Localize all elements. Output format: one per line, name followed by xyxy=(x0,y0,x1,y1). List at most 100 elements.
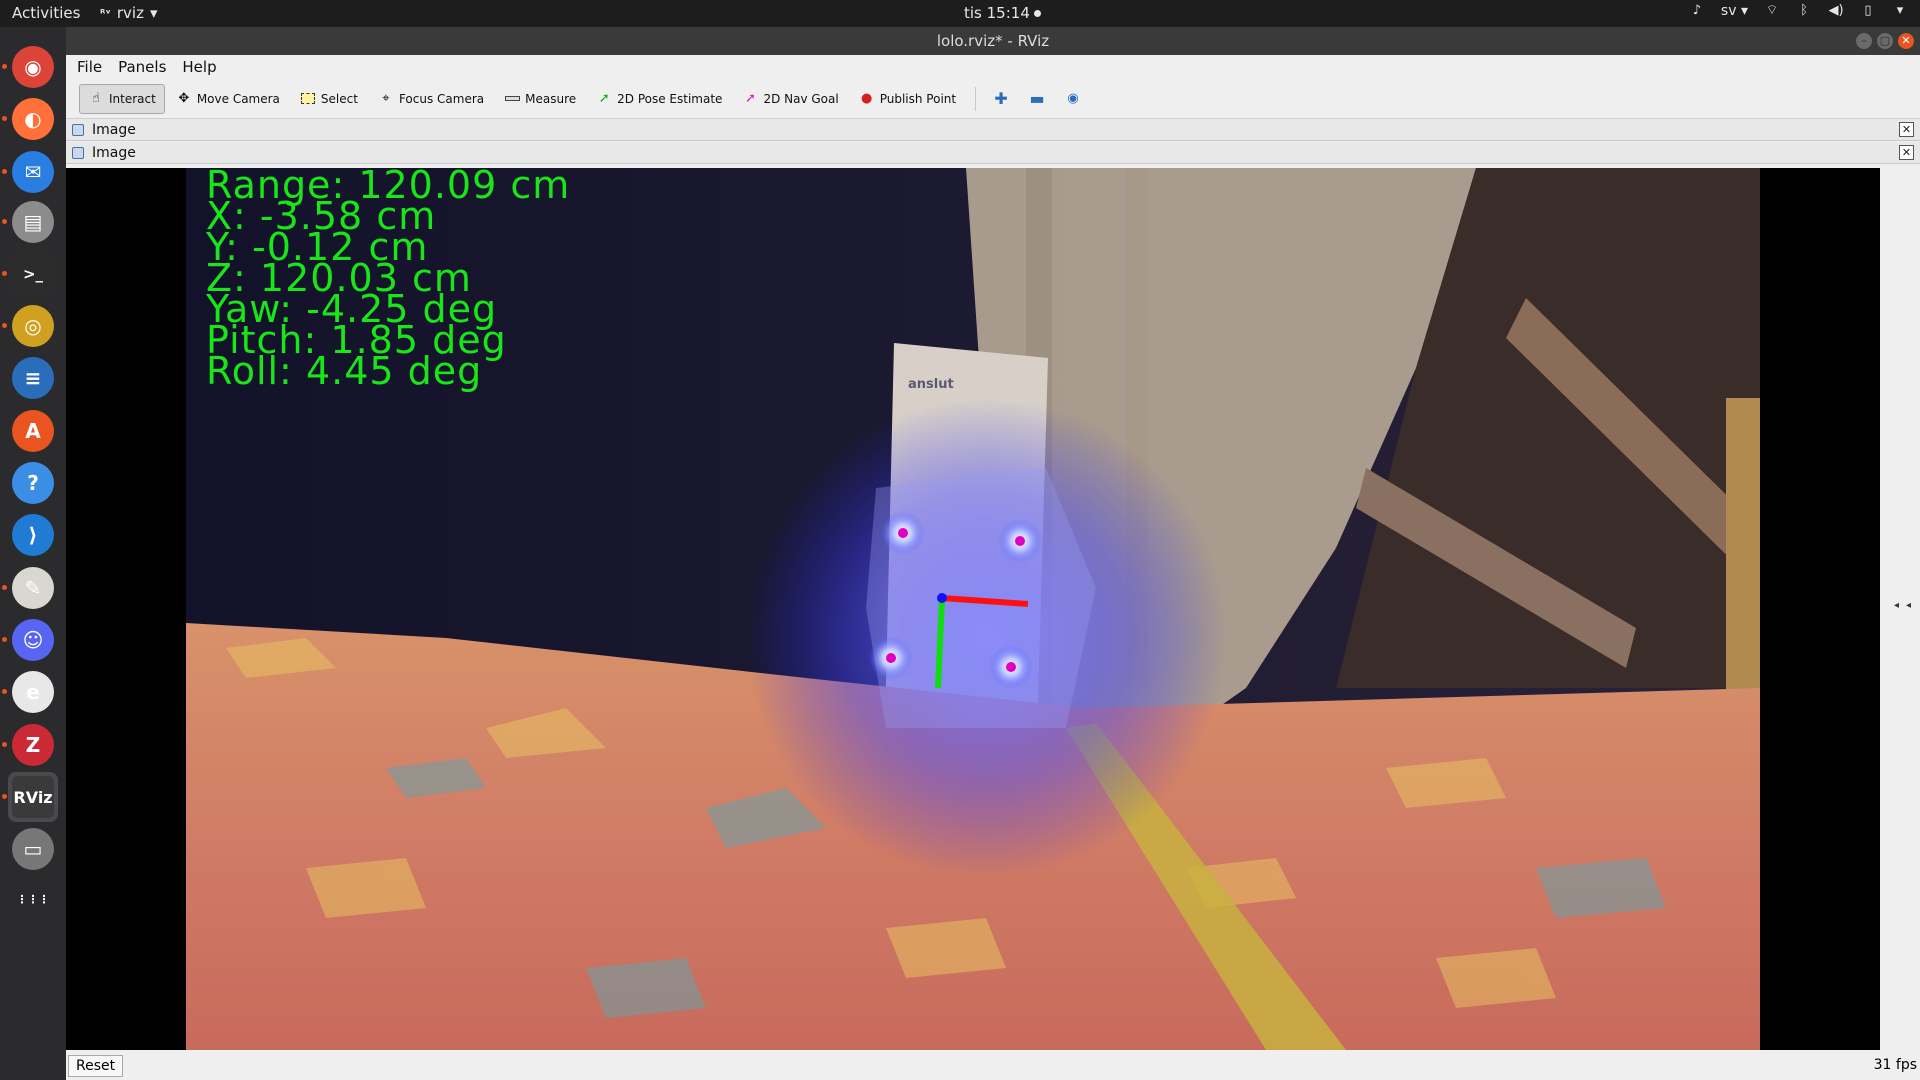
rviz-window: lolo.rviz* - RViz – ▢ ✕ File Panels Help… xyxy=(66,27,1920,1080)
panel-close-icon[interactable]: ✕ xyxy=(1899,122,1914,137)
chevron-down-icon: ▾ xyxy=(149,4,158,22)
select-tool-label: Select xyxy=(320,91,358,106)
dock-firefox[interactable]: ◐ xyxy=(2,94,58,144)
minimize-icon[interactable]: – xyxy=(1856,33,1872,49)
dock-help[interactable]: ? xyxy=(8,458,58,508)
bluetooth-icon[interactable]: ᛒ xyxy=(1796,3,1812,19)
panel-title: Image xyxy=(92,121,136,138)
focus-camera-tool-label: Focus Camera xyxy=(398,91,485,106)
menu-file[interactable]: File xyxy=(77,58,102,76)
box-label: anslut xyxy=(908,377,954,392)
system-menu-chevron-icon[interactable]: ▾ xyxy=(1892,3,1908,19)
window-title: lolo.rviz* - RViz xyxy=(936,32,1050,50)
zotero-icon: Z xyxy=(12,724,54,766)
panel-image-icon xyxy=(72,146,84,159)
panel-close-icon[interactable]: ✕ xyxy=(1899,145,1914,160)
dock-terminal[interactable]: >_ xyxy=(2,249,58,299)
dock-app-red[interactable]: e xyxy=(2,667,58,717)
running-indicator xyxy=(2,219,7,224)
running-indicator xyxy=(2,585,7,590)
clock-text: tis 15:14 xyxy=(964,4,1030,22)
top-bar: Activities ᴿᵛ rviz ▾ tis 15:14 ♪ sv ▾ ⌔ … xyxy=(0,0,1920,27)
measure-tool-button[interactable]: Measure xyxy=(495,84,585,114)
add-tool-button[interactable]: ✚ xyxy=(984,84,1018,114)
firefox-icon: ◐ xyxy=(12,98,54,140)
reset-button[interactable]: Reset xyxy=(68,1055,124,1077)
publish-point-tool-button[interactable]: ● Publish Point xyxy=(850,84,965,114)
dock-show-apps[interactable]: ⋮⋮⋮ xyxy=(8,875,58,925)
running-indicator xyxy=(2,64,7,69)
files-icon: ▤ xyxy=(12,201,54,243)
tool-properties-button[interactable]: ◉ xyxy=(1056,84,1090,114)
y-axis-marker xyxy=(935,597,945,689)
language-indicator[interactable]: sv ▾ xyxy=(1721,3,1748,19)
menu-bar: File Panels Help xyxy=(66,55,1920,79)
focus-crosshair-icon: ⌖ xyxy=(382,91,390,106)
collapse-left-icon[interactable]: ◂ xyxy=(1894,600,1899,611)
green-arrow-icon: ➚ xyxy=(598,91,610,106)
text-editor-icon: ✎ xyxy=(12,567,54,609)
image-panel-2-header[interactable]: Image ✕ xyxy=(66,142,1920,164)
roll-readout: Roll: 4.45 deg xyxy=(206,349,483,393)
dock-thunderbird[interactable]: ✉ xyxy=(2,147,58,197)
interact-tool-button[interactable]: ☝ Interact xyxy=(79,83,165,114)
system-tray: ♪ sv ▾ ⌔ ᛒ ◀) ▯ ▾ xyxy=(1689,3,1908,19)
dock-zotero[interactable]: Z xyxy=(2,720,58,770)
minus-icon: ▬ xyxy=(1029,89,1045,108)
collapse-right-icon[interactable]: ◂ xyxy=(1906,600,1911,611)
move-camera-tool-button[interactable]: ✥ Move Camera xyxy=(167,84,289,114)
close-icon[interactable]: ✕ xyxy=(1898,33,1914,49)
dock-files[interactable]: ▤ xyxy=(2,197,58,247)
ruler-icon xyxy=(504,91,520,107)
menu-panels[interactable]: Panels xyxy=(118,58,166,76)
plus-icon: ✚ xyxy=(994,89,1008,108)
running-indicator xyxy=(2,742,7,747)
dock-writer[interactable]: ≡ xyxy=(8,353,58,403)
measure-tool-label: Measure xyxy=(525,91,577,106)
running-indicator xyxy=(2,169,7,174)
side-dock-handle[interactable]: ◂ ◂ xyxy=(1880,168,1920,1050)
publish-point-tool-label: Publish Point xyxy=(879,91,957,106)
running-indicator xyxy=(2,271,7,276)
battery-icon[interactable]: ▯ xyxy=(1860,3,1876,19)
maximize-icon[interactable]: ▢ xyxy=(1877,33,1893,49)
dock-text-editor[interactable]: ✎ xyxy=(2,563,58,613)
fps-readout: 31 fps xyxy=(1873,1057,1917,1073)
magenta-arrow-icon: ➚ xyxy=(744,91,756,106)
dock-chrome[interactable]: ◉ xyxy=(2,42,58,92)
hand-pointer-icon: ☝ xyxy=(92,91,100,106)
app-menu[interactable]: ᴿᵛ rviz ▾ xyxy=(100,4,157,22)
volume-icon[interactable]: ◀) xyxy=(1828,3,1844,19)
pose-estimate-tool-button[interactable]: ➚ 2D Pose Estimate xyxy=(587,84,731,114)
focus-camera-tool-button[interactable]: ⌖ Focus Camera xyxy=(369,84,493,114)
remove-tool-button[interactable]: ▬ xyxy=(1020,84,1054,114)
clock[interactable]: tis 15:14 xyxy=(964,4,1041,22)
nav-goal-tool-button[interactable]: ➚ 2D Nav Goal xyxy=(733,84,847,114)
dock-rviz[interactable]: RViz xyxy=(2,772,58,822)
camera-image: anslut Range: 120.09 cm X: -3.58 cm Y: -… xyxy=(186,168,1760,1050)
show-apps-icon: ⋮⋮⋮ xyxy=(12,879,54,921)
dock-vscode[interactable]: ⟩ xyxy=(8,510,58,560)
menu-help[interactable]: Help xyxy=(182,58,216,76)
wifi-icon[interactable]: ⌔ xyxy=(1764,3,1780,19)
select-tool-button[interactable]: Select xyxy=(291,84,367,114)
app-menu-label: rviz xyxy=(116,4,144,22)
select-box-icon xyxy=(300,91,316,107)
dock-software[interactable]: A xyxy=(8,406,58,456)
pose-estimate-tool-label: 2D Pose Estimate xyxy=(617,91,723,106)
chrome-icon: ◉ xyxy=(12,46,54,88)
dock-usb-drive[interactable]: ▭ xyxy=(8,824,58,874)
window-titlebar[interactable]: lolo.rviz* - RViz – ▢ ✕ xyxy=(66,27,1920,55)
image-view[interactable]: anslut Range: 120.09 cm X: -3.58 cm Y: -… xyxy=(66,168,1880,1050)
software-icon: A xyxy=(12,410,54,452)
tool-bar: ☝ Interact ✥ Move Camera Select ⌖ Focus … xyxy=(66,79,1920,119)
dock-rhythmbox[interactable]: ◎ xyxy=(2,301,58,351)
activities-button[interactable]: Activities xyxy=(12,4,80,22)
app-red-icon: e xyxy=(12,671,54,713)
dock-discord[interactable]: ☺ xyxy=(2,615,58,665)
network-activity-icon[interactable]: ♪ xyxy=(1689,3,1705,19)
running-indicator xyxy=(2,794,7,799)
nav-goal-tool-label: 2D Nav Goal xyxy=(763,91,839,106)
image-panel-1-header[interactable]: Image ✕ xyxy=(66,119,1920,141)
terminal-icon: >_ xyxy=(12,253,54,295)
